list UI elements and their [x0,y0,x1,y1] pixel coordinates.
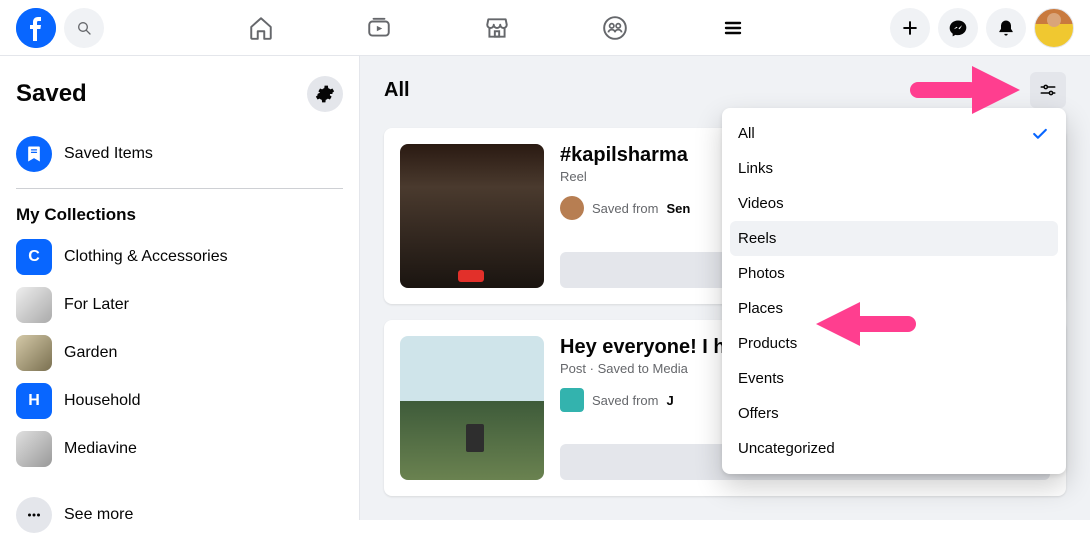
collection-thumb [16,335,52,371]
sliders-icon [1039,81,1057,99]
check-icon [1030,124,1050,144]
collection-garden[interactable]: Garden [8,329,351,377]
annotation-arrow-filter [910,66,1020,114]
groups-icon [602,15,628,41]
my-collections-label: My Collections [8,197,351,233]
filter-option-videos[interactable]: Videos [730,186,1058,221]
search-icon [76,20,92,36]
sidebar-item-label: Saved Items [64,145,153,163]
marketplace-icon [484,15,510,41]
collection-thumb: C [16,239,52,275]
bell-icon [996,18,1016,38]
sidebar: Saved Saved Items My Collections C Cloth… [0,56,360,520]
filter-option-photos[interactable]: Photos [730,256,1058,291]
nav-watch[interactable] [324,4,434,52]
create-button[interactable] [890,8,930,48]
source-avatar[interactable] [560,388,584,412]
annotation-arrow-reels [816,302,916,346]
top-navbar [0,0,1090,56]
notifications-button[interactable] [986,8,1026,48]
facebook-logo[interactable] [16,8,56,48]
collection-label: Garden [64,344,117,362]
filter-button[interactable] [1030,72,1066,108]
search-button[interactable] [64,8,104,48]
hamburger-icon [721,16,745,40]
plus-icon [900,18,920,38]
filter-dropdown: All Links Videos Reels Photos Places Pro… [722,108,1066,474]
collection-label: Household [64,392,141,410]
ellipsis-icon [16,497,52,533]
nav-groups[interactable] [560,4,670,52]
content-title: All [384,79,410,102]
facebook-logo-icon [16,8,56,48]
saved-from-name[interactable]: J [666,393,673,408]
collection-for-later[interactable]: For Later [8,281,351,329]
nav-marketplace[interactable] [442,4,552,52]
collection-label: Mediavine [64,440,137,458]
nav-home[interactable] [206,4,316,52]
nav-center [112,4,882,52]
messenger-button[interactable] [938,8,978,48]
filter-option-offers[interactable]: Offers [730,396,1058,431]
sidebar-title: Saved [16,80,87,108]
home-icon [248,15,274,41]
settings-button[interactable] [307,76,343,112]
sidebar-header: Saved [8,72,351,128]
collection-thumb: H [16,383,52,419]
sidebar-item-saved-items[interactable]: Saved Items [8,128,351,180]
saved-from-name[interactable]: Sen [666,201,690,216]
saved-from-prefix: Saved from [592,393,658,408]
collection-thumb [16,431,52,467]
see-more-button[interactable]: See more [8,491,351,539]
filter-option-events[interactable]: Events [730,361,1058,396]
source-avatar[interactable] [560,196,584,220]
collection-clothing[interactable]: C Clothing & Accessories [8,233,351,281]
collection-mediavine[interactable]: Mediavine [8,425,351,473]
filter-option-links[interactable]: Links [730,151,1058,186]
account-avatar[interactable] [1034,8,1074,48]
messenger-icon [948,18,968,38]
bookmark-icon [16,136,52,172]
collection-label: For Later [64,296,129,314]
collection-household[interactable]: H Household [8,377,351,425]
divider [16,188,343,189]
saved-from-prefix: Saved from [592,201,658,216]
collection-label: Clothing & Accessories [64,248,228,266]
nav-menu[interactable] [678,4,788,52]
main-area: Saved Saved Items My Collections C Cloth… [0,56,1090,520]
top-right [890,8,1074,48]
card-thumbnail[interactable] [400,336,544,480]
watch-icon [366,15,392,41]
content-area: All #kapilsharma Reel Saved from [360,56,1090,520]
filter-option-all[interactable]: All [730,116,1058,151]
collection-thumb [16,287,52,323]
card-thumbnail[interactable] [400,144,544,288]
filter-option-uncategorized[interactable]: Uncategorized [730,431,1058,466]
filter-option-reels[interactable]: Reels [730,221,1058,256]
gear-icon [315,84,335,104]
see-more-label: See more [64,506,133,524]
